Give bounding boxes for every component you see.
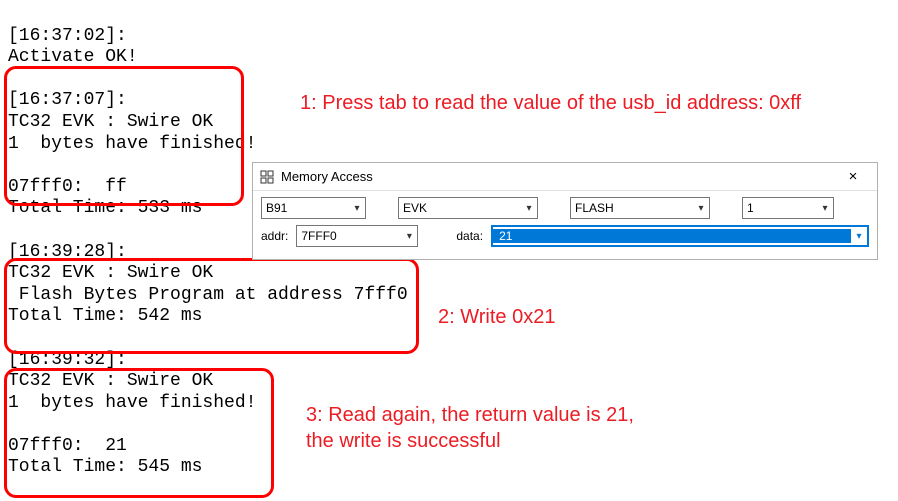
chevron-down-icon: ▾ [817, 198, 833, 218]
board-select[interactable]: EVK ▾ [398, 197, 538, 219]
memory-access-icon [259, 169, 275, 185]
count-select[interactable]: 1 ▾ [742, 197, 834, 219]
log-line: TC32 EVK : Swire OK [8, 263, 213, 283]
log-line: 1 bytes have finished! [8, 134, 256, 154]
log-line: Total Time: 545 ms [8, 457, 202, 477]
log-line: 07fff0: ff [8, 177, 127, 197]
log-line: Total Time: 542 ms [8, 306, 202, 326]
log-line: [16:39:28]: [8, 242, 127, 262]
dialog-title: Memory Access [281, 169, 835, 184]
dialog-body: B91 ▾ EVK ▾ FLASH ▾ 1 ▾ addr: 7FFF0 ▾ da… [253, 191, 877, 259]
memory-type-value: FLASH [571, 201, 693, 215]
annotation-2: 2: Write 0x21 [438, 304, 555, 330]
data-value: 21 [493, 229, 851, 243]
memory-access-dialog: Memory Access × B91 ▾ EVK ▾ FLASH ▾ 1 ▾ [252, 162, 878, 260]
log-line: [16:37:07]: [8, 90, 127, 110]
close-icon: × [849, 169, 858, 184]
addr-label: addr: [261, 229, 288, 243]
memory-type-select[interactable]: FLASH ▾ [570, 197, 710, 219]
chip-value: B91 [262, 201, 349, 215]
addr-value: 7FFF0 [297, 229, 401, 243]
annotation-1: 1: Press tab to read the value of the us… [300, 90, 801, 116]
data-input[interactable]: 21 ▾ [491, 225, 869, 247]
annotation-3: 3: Read again, the return value is 21, t… [306, 402, 634, 454]
chip-select[interactable]: B91 ▾ [261, 197, 366, 219]
log-line: 07fff0: 21 [8, 436, 127, 456]
log-line: Activate OK! [8, 47, 138, 67]
dialog-titlebar[interactable]: Memory Access × [253, 163, 877, 191]
chevron-down-icon: ▾ [521, 198, 537, 218]
log-line: [16:37:02]: [8, 26, 127, 46]
chevron-down-icon: ▾ [349, 198, 365, 218]
log-line: 1 bytes have finished! [8, 393, 256, 413]
log-line: Total Time: 533 ms [8, 198, 202, 218]
chevron-down-icon: ▾ [401, 226, 417, 246]
close-button[interactable]: × [835, 165, 871, 189]
addr-input[interactable]: 7FFF0 ▾ [296, 225, 418, 247]
log-line: TC32 EVK : Swire OK [8, 371, 213, 391]
chevron-down-icon: ▾ [851, 227, 867, 245]
log-line: [16:39:32]: [8, 350, 127, 370]
board-value: EVK [399, 201, 521, 215]
log-line: TC32 EVK : Swire OK [8, 112, 213, 132]
count-value: 1 [743, 201, 817, 215]
data-label: data: [456, 229, 483, 243]
chevron-down-icon: ▾ [693, 198, 709, 218]
log-line: Flash Bytes Program at address 7fff0 [8, 285, 408, 305]
